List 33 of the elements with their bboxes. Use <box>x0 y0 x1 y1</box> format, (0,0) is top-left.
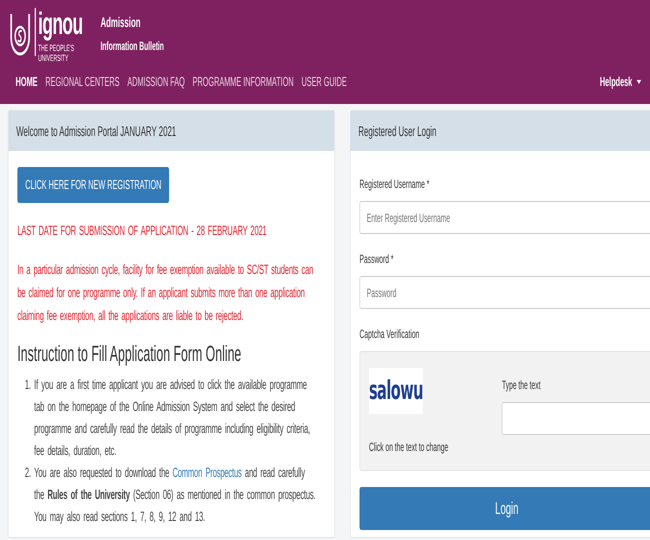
new-registration-button[interactable]: CLICK HERE FOR NEW REGISTRATION <box>17 167 170 202</box>
panel-title: Welcome to Admission Portal JANUARY 2021 <box>8 111 334 151</box>
nav-link[interactable]: REGIONAL CENTERS <box>45 72 120 92</box>
password-field[interactable]: Password <box>360 276 650 309</box>
login-button[interactable]: Login <box>360 487 650 530</box>
header-title: Admission <box>100 13 142 32</box>
helpdesk-dropdown[interactable]: Helpdesk <box>600 72 642 92</box>
deadline-notice: LAST DATE FOR SUBMISSION OF APPLICATION - 28 FEBRUARY 2021 <box>17 222 268 240</box>
captcha-hint: Click on the text to change <box>369 439 448 456</box>
list-number: 2. <box>24 464 32 482</box>
panel-title: Registered User Login <box>350 111 650 151</box>
list-number: 1. <box>24 376 32 394</box>
nav-link[interactable]: PROGRAMME INFORMATION <box>192 72 294 92</box>
captcha-field[interactable] <box>502 402 650 435</box>
field-label: Registered Username * <box>360 176 430 193</box>
logo-tagline: UNIVERSITY <box>38 53 70 64</box>
prospectus-link[interactable]: Common Prospectus <box>172 464 242 480</box>
captcha-image[interactable]: salowu <box>369 368 423 414</box>
header-subtitle: Information Bulletin <box>100 38 164 55</box>
field-label: Captcha Verification <box>360 326 420 343</box>
logo-wordmark: ignou <box>38 8 83 39</box>
caret-icon <box>636 80 642 84</box>
nav-link[interactable]: HOME <box>16 72 38 92</box>
username-field[interactable]: Enter Registered Username <box>360 201 650 234</box>
field-label: Password * <box>360 251 395 268</box>
instruction-text: If you are a first time applicant you are advised to click the available programme tab on the homepage of the Online Admission System and select the desired programme and carefully read the details of programme including eligibility criteria, fee details, duration, etc. <box>34 376 311 460</box>
instructions-heading: Instruction to Fill Application Form Online <box>17 340 242 368</box>
nav-link[interactable]: USER GUIDE <box>301 72 347 92</box>
field-label: Type the text <box>502 377 542 394</box>
fee-exemption-notice: In a particular admission cycle, facility for fee exemption available to SC/ST students can be claimed for one programme only. If an applicant submits more than one application claiming fee exemption, all the applications are liable to be rejected. <box>17 260 314 325</box>
nav-link[interactable]: ADMISSION FAQ <box>127 72 185 92</box>
instruction-text: You are also requested to download the Common Prospectus and read carefully the Rules of the University (Section 06) as mentioned in the common prospectus. You may also read sections 1, 7, 8, 9, 12 and 13. <box>34 464 316 526</box>
logo-tagline: THE PEOPLE'S <box>38 43 76 54</box>
